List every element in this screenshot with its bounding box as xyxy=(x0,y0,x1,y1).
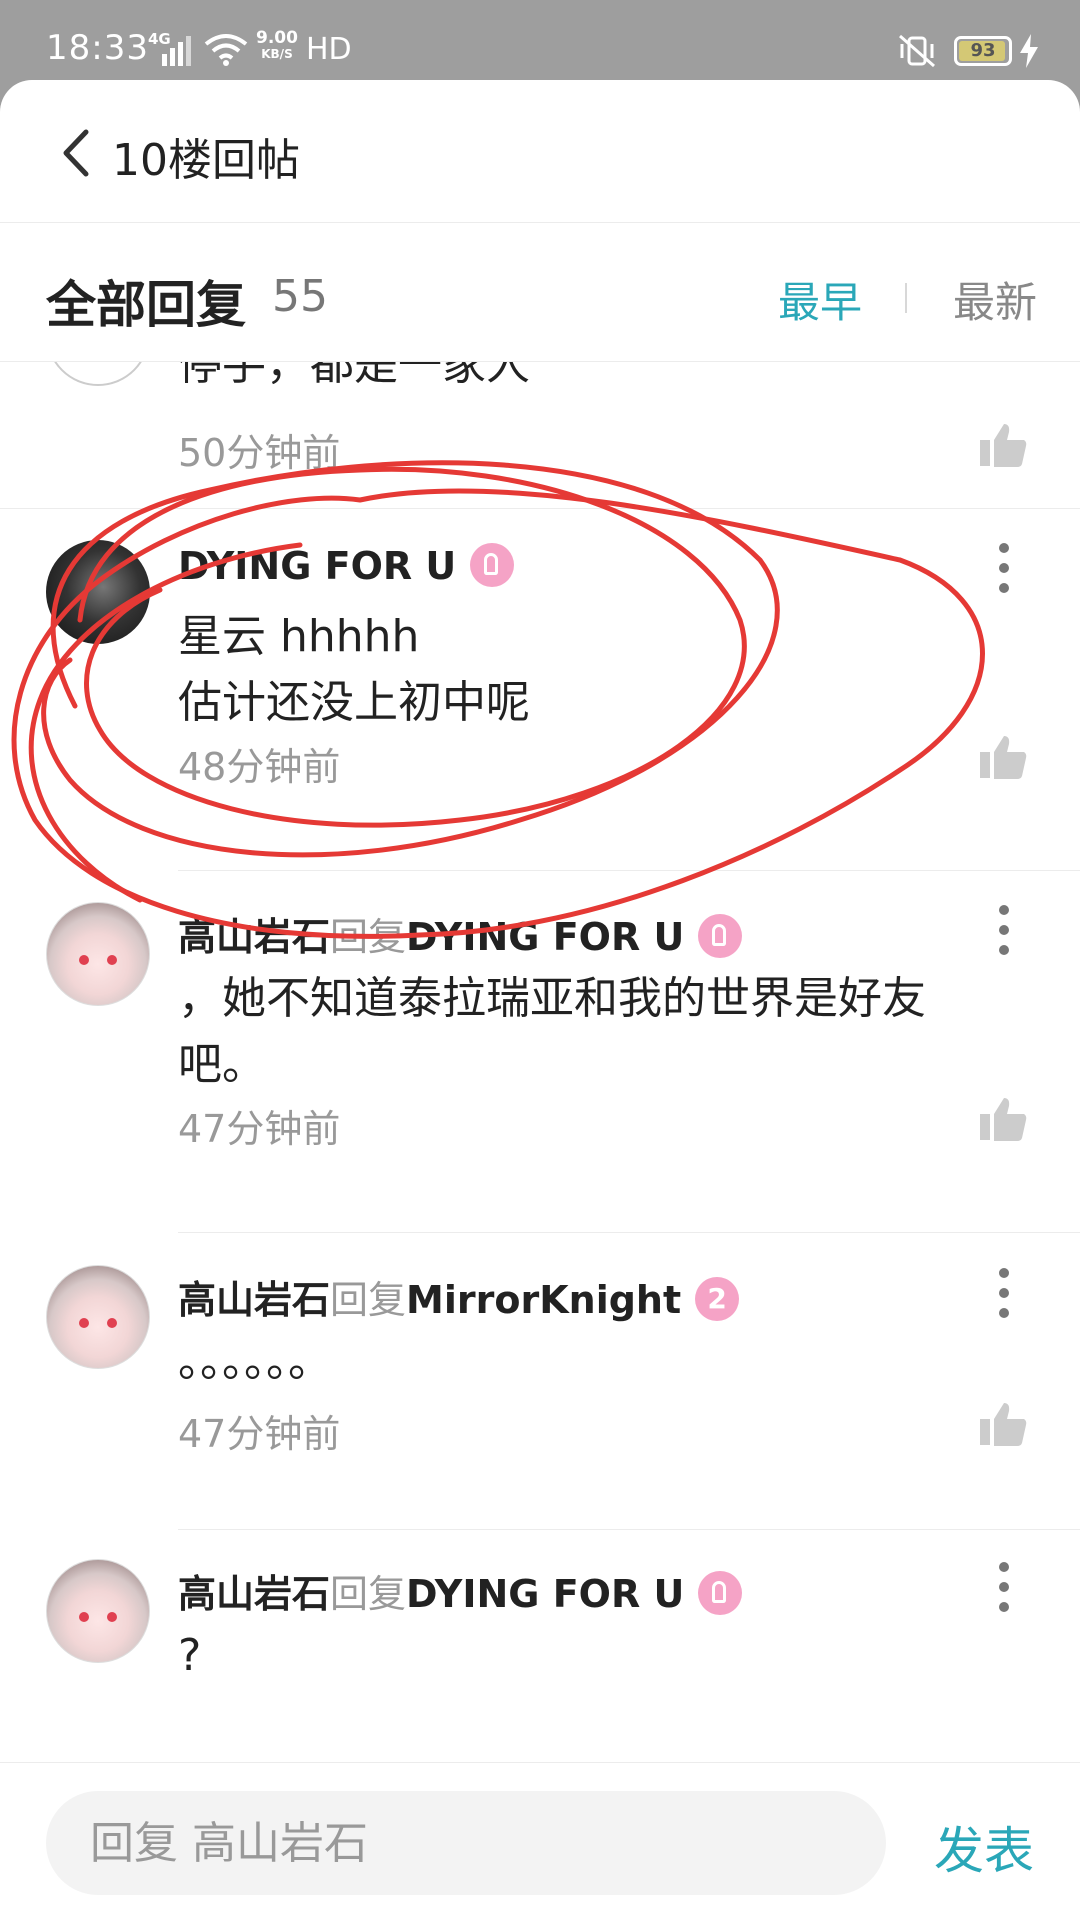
hd-indicator: HD xyxy=(306,32,352,67)
page-title: 10楼回帖 xyxy=(112,135,300,186)
more-options-icon[interactable] xyxy=(994,1559,1014,1615)
replies-header: 全部回复 55 最早 最新 xyxy=(0,223,1080,362)
level-badge-icon xyxy=(698,1570,743,1615)
comment-username[interactable]: DYING FOR U xyxy=(178,542,515,591)
back-arrow-icon[interactable] xyxy=(56,126,96,180)
charging-icon xyxy=(1020,34,1038,68)
sort-earliest-tab[interactable]: 最早 xyxy=(778,269,862,330)
sort-divider xyxy=(905,283,907,313)
divider xyxy=(178,1529,1080,1530)
like-icon[interactable] xyxy=(978,420,1028,470)
comment-time: 47分钟前 xyxy=(178,1412,341,1456)
wifi-icon xyxy=(204,34,248,66)
comment-text: 停手，都是一家人 xyxy=(178,362,530,390)
sort-newest-tab[interactable]: 最新 xyxy=(953,269,1037,330)
level-badge: 2 xyxy=(695,1276,740,1321)
comment-text: 星云 hhhhh 估计还没上初中呢 xyxy=(178,611,530,728)
more-options-icon[interactable] xyxy=(994,902,1014,958)
replies-count: 55 xyxy=(272,271,328,322)
speed-unit: KB/S xyxy=(261,47,293,61)
comment-username[interactable]: 高山岩石回复DYING FOR U xyxy=(178,906,743,962)
comment-text: ，她不知道泰拉瑞亚和我的世界是好友 吧。 xyxy=(178,973,926,1090)
comment-text: 。。。。。。 xyxy=(178,1336,332,1387)
divider xyxy=(178,1232,1080,1233)
username[interactable]: 高山岩石 xyxy=(178,915,330,959)
network-speed: 9.00 KB/S xyxy=(256,28,298,62)
reply-input[interactable] xyxy=(46,1791,886,1895)
battery-level: 93 xyxy=(970,40,996,61)
more-options-icon[interactable] xyxy=(994,1265,1014,1321)
reply-sheet: 10楼回帖 全部回复 55 最早 最新 停手，都是一家人 50分钟前 DYING… xyxy=(0,80,1080,1920)
like-icon[interactable] xyxy=(978,1094,1028,1144)
like-icon[interactable] xyxy=(978,732,1028,782)
avatar[interactable] xyxy=(46,902,150,1006)
comment-text: ? xyxy=(178,1630,202,1681)
reply-label: 回复 xyxy=(330,915,407,959)
level-badge-icon xyxy=(698,913,743,958)
reply-label: 回复 xyxy=(330,1572,407,1616)
reply-to-username[interactable]: DYING FOR U xyxy=(406,1572,684,1616)
vibrate-mute-icon xyxy=(899,34,935,68)
comment-time: 50分钟前 xyxy=(178,431,341,475)
username[interactable]: 高山岩石 xyxy=(178,1278,330,1322)
replies-title: 全部回复 xyxy=(46,276,246,334)
comment-time: 47分钟前 xyxy=(178,1107,341,1151)
comment-time: 48分钟前 xyxy=(178,745,341,789)
speed-value: 9.00 xyxy=(256,28,298,48)
level-badge-icon xyxy=(470,542,515,587)
status-bar: 18:33 4G 9.00 KB/S HD 93 xyxy=(0,0,1080,80)
like-icon[interactable] xyxy=(978,1399,1028,1449)
avatar[interactable] xyxy=(46,540,150,644)
more-options-icon[interactable] xyxy=(994,540,1014,596)
status-time: 18:33 xyxy=(46,28,149,68)
divider xyxy=(0,508,1080,509)
comment-username[interactable]: 高山岩石回复MirrorKnight 2 xyxy=(178,1269,740,1325)
avatar[interactable] xyxy=(46,1265,150,1369)
username[interactable]: DYING FOR U xyxy=(178,544,456,588)
divider xyxy=(178,870,1080,871)
reply-label: 回复 xyxy=(330,1278,407,1322)
comment-list[interactable]: 停手，都是一家人 50分钟前 DYING FOR U 星云 hhhhh 估计还没… xyxy=(0,362,1080,1842)
battery-icon: 93 xyxy=(954,36,1012,66)
send-button[interactable]: 发表 xyxy=(934,1811,1034,1883)
reply-to-username[interactable]: MirrorKnight xyxy=(406,1278,681,1322)
avatar[interactable] xyxy=(46,1559,150,1663)
comment-username[interactable]: 高山岩石回复DYING FOR U xyxy=(178,1563,743,1619)
top-bar: 10楼回帖 xyxy=(0,80,1080,223)
avatar[interactable] xyxy=(46,362,150,386)
signal-icon xyxy=(162,36,191,66)
reply-to-username[interactable]: DYING FOR U xyxy=(406,915,684,959)
username[interactable]: 高山岩石 xyxy=(178,1572,330,1616)
reply-composer: 发表 xyxy=(0,1762,1080,1920)
